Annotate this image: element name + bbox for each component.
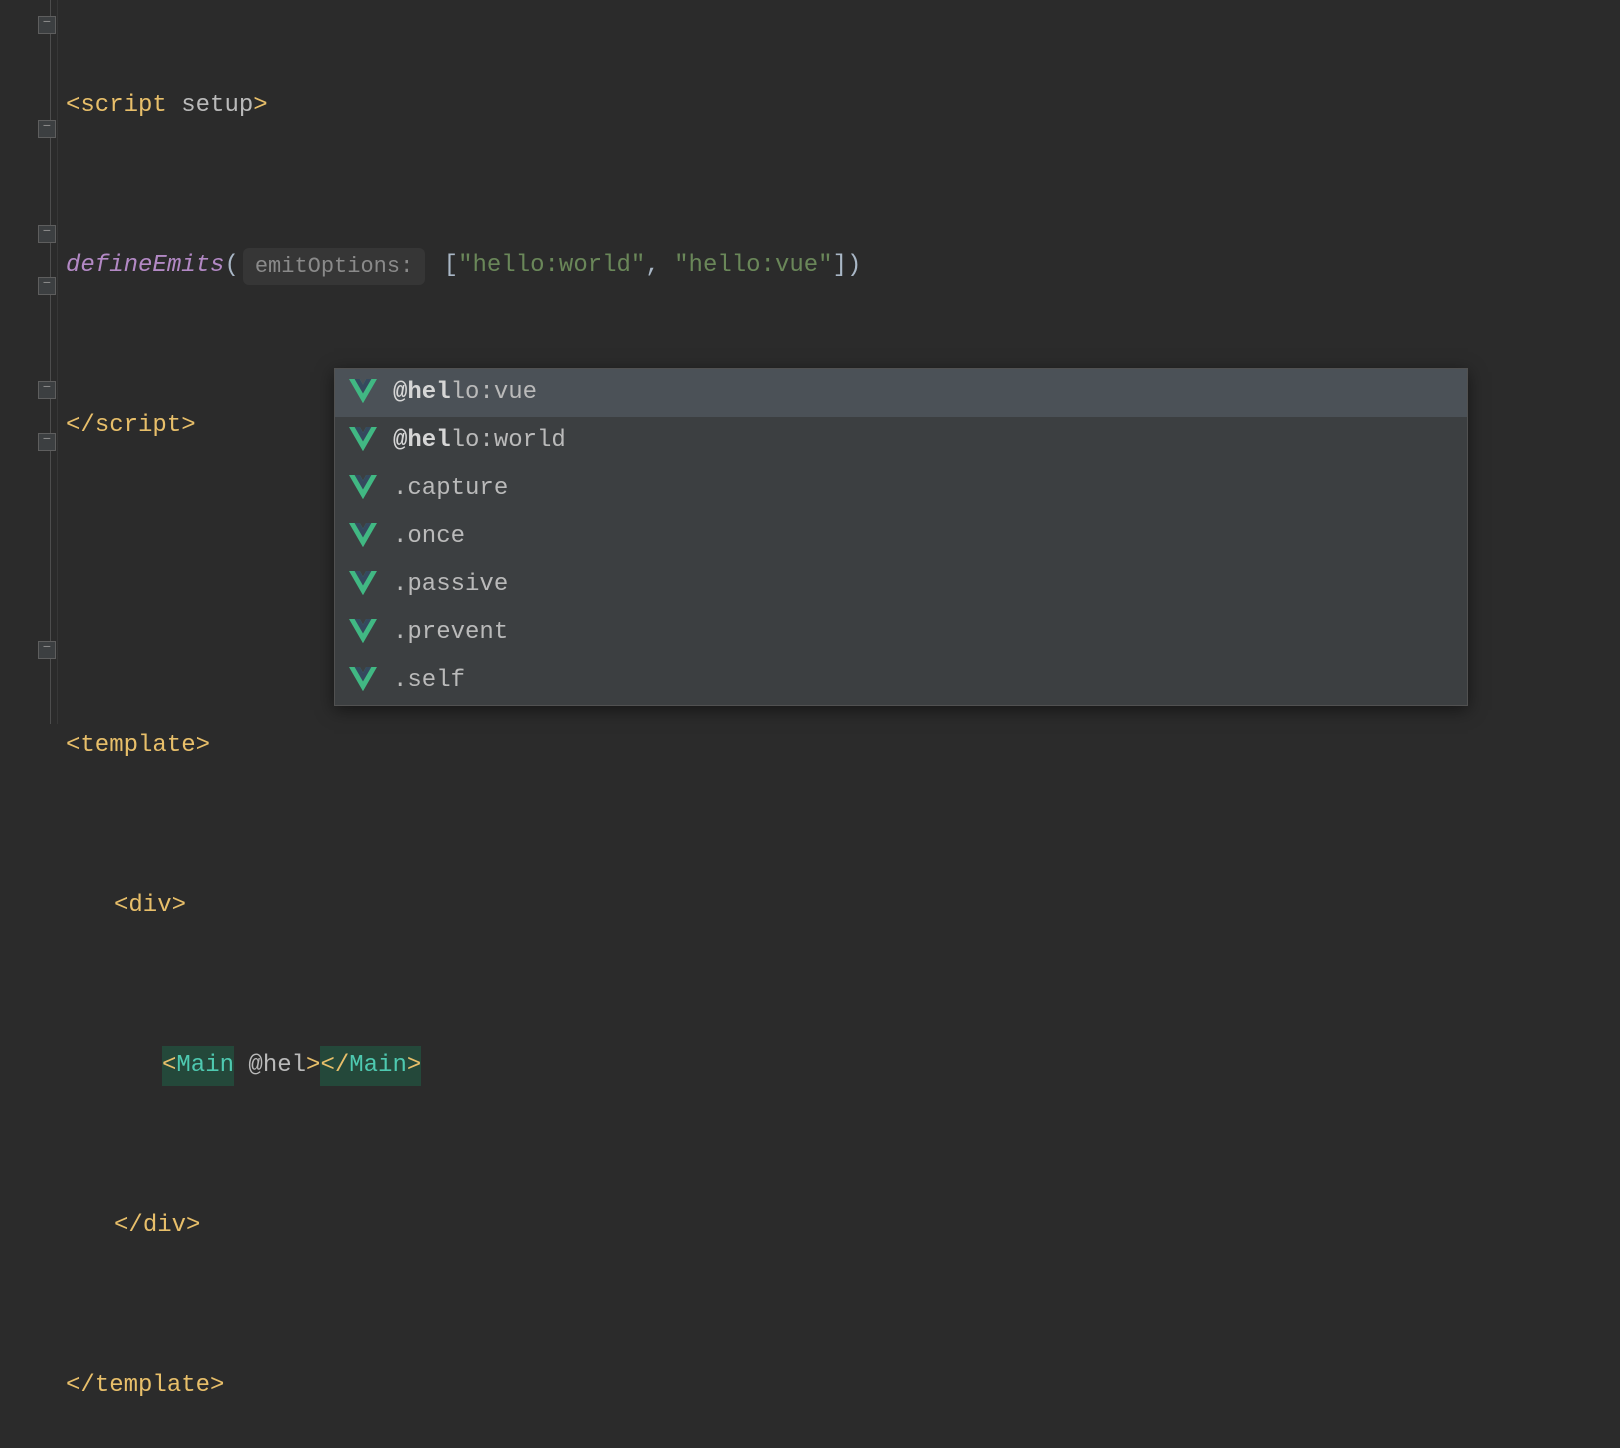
completion-label: .self — [393, 663, 465, 699]
completion-label: .passive — [393, 567, 508, 603]
code-line-active: <Main @hel></Main> — [66, 1040, 1620, 1092]
code-line: <div> — [66, 880, 1620, 932]
vue-icon — [349, 523, 377, 551]
code-editor[interactable]: − − − − − − − <script setup> defineEmits… — [0, 0, 1620, 724]
vue-icon — [349, 667, 377, 695]
fold-toggle[interactable]: − — [38, 16, 56, 34]
vue-icon — [349, 571, 377, 599]
vue-icon — [349, 427, 377, 455]
fold-toggle[interactable]: − — [38, 381, 56, 399]
fold-toggle[interactable]: − — [38, 225, 56, 243]
completion-item[interactable]: .once — [335, 513, 1467, 561]
matched-tag-close: </Main> — [320, 1046, 421, 1086]
code-line: </div> — [66, 1200, 1620, 1252]
completion-item[interactable]: .capture — [335, 465, 1467, 513]
fold-gutter: − − − − − − − — [0, 0, 58, 724]
code-area[interactable]: <script setup> defineEmits(emitOptions: … — [58, 0, 1620, 724]
completion-item[interactable]: @hello:vue — [335, 369, 1467, 417]
code-line: defineEmits(emitOptions: ["hello:world",… — [66, 240, 1620, 292]
fold-toggle[interactable]: − — [38, 433, 56, 451]
fold-toggle[interactable]: − — [38, 641, 56, 659]
completion-label: .capture — [393, 471, 508, 507]
completion-label: @hello:world — [393, 423, 566, 459]
completion-item[interactable]: .self — [335, 657, 1467, 705]
completion-label: .prevent — [393, 615, 508, 651]
code-line: <template> — [66, 720, 1620, 772]
fold-toggle[interactable]: − — [38, 120, 56, 138]
completion-item[interactable]: .passive — [335, 561, 1467, 609]
completion-label: .once — [393, 519, 465, 555]
parameter-hint: emitOptions: — [243, 248, 425, 285]
completion-item[interactable]: @hello:world — [335, 417, 1467, 465]
matched-tag-open: <Main — [162, 1046, 234, 1086]
completion-item[interactable]: .prevent — [335, 609, 1467, 657]
fold-guide-line — [50, 0, 51, 724]
vue-icon — [349, 379, 377, 407]
completion-label: @hello:vue — [393, 375, 537, 411]
code-line: </template> — [66, 1360, 1620, 1412]
code-line: <script setup> — [66, 80, 1620, 132]
vue-icon — [349, 475, 377, 503]
fold-toggle[interactable]: − — [38, 277, 56, 295]
autocomplete-popup[interactable]: @hello:vue @hello:world .capture .once .pass… — [334, 368, 1468, 706]
vue-icon — [349, 619, 377, 647]
